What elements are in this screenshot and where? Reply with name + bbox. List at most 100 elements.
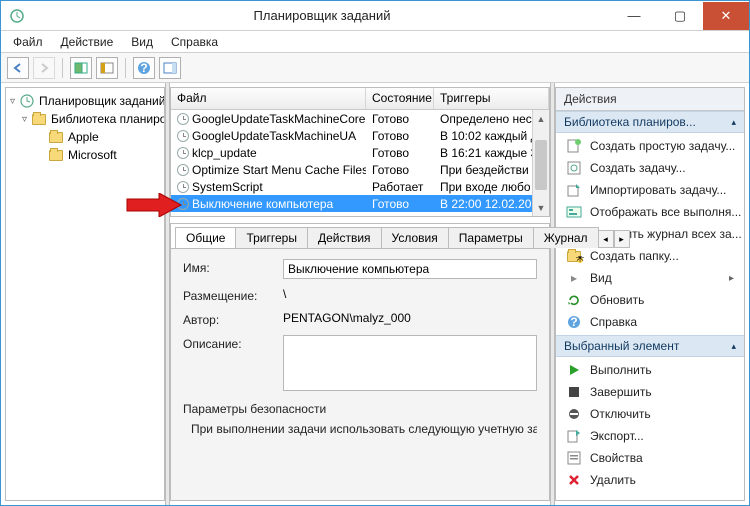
action-new-folder[interactable]: ✳Создать папку... xyxy=(556,245,744,267)
tree-pane: ▿ Планировщик заданий (Лок ▿ Библиотека … xyxy=(5,87,165,501)
tab-conditions[interactable]: Условия xyxy=(381,227,449,248)
task-state: Готово xyxy=(366,112,434,126)
name-field[interactable] xyxy=(283,259,537,279)
action-create-task[interactable]: Создать задачу... xyxy=(556,157,744,179)
show-hide-pane-button[interactable] xyxy=(159,57,181,79)
wizard-icon xyxy=(566,138,582,154)
action-end[interactable]: Завершить xyxy=(556,381,744,403)
tab-settings[interactable]: Параметры xyxy=(448,227,534,248)
close-button[interactable]: ✕ xyxy=(703,2,749,30)
clock-icon xyxy=(177,181,189,193)
menu-view[interactable]: Вид xyxy=(123,33,161,51)
task-row[interactable]: Optimize Start Menu Cache Files-S...Гото… xyxy=(171,161,549,178)
tree-library[interactable]: ▿ Библиотека планировщ xyxy=(8,110,162,128)
location-value: \ xyxy=(283,287,537,301)
tab-strip: Общие Триггеры Действия Условия Параметр… xyxy=(171,224,549,248)
action-disable[interactable]: Отключить xyxy=(556,403,744,425)
scroll-up-icon[interactable]: ▲ xyxy=(533,110,549,127)
author-label: Автор: xyxy=(183,311,283,327)
task-name: Optimize Start Menu Cache Files-S... xyxy=(192,163,366,177)
group-library-header[interactable]: Библиотека планиров... ▴ xyxy=(556,111,744,133)
security-heading: Параметры безопасности xyxy=(183,402,537,416)
list-scrollbar[interactable]: ▲ ▼ xyxy=(532,110,549,216)
action-import-task[interactable]: Импортировать задачу... xyxy=(556,179,744,201)
toolbar: ? xyxy=(1,53,749,83)
chevron-up-icon: ▴ xyxy=(731,117,736,128)
import-icon xyxy=(566,182,582,198)
action-pane-button[interactable] xyxy=(70,57,92,79)
col-name[interactable]: Файл xyxy=(171,88,366,109)
action-create-basic-task[interactable]: Создать простую задачу... xyxy=(556,135,744,157)
task-row[interactable]: GoogleUpdateTaskMachineUAГотовоВ 10:02 к… xyxy=(171,127,549,144)
col-state[interactable]: Состояние xyxy=(366,88,434,109)
author-value: PENTAGON\malyz_000 xyxy=(283,311,537,325)
window-title: Планировщик заданий xyxy=(33,8,611,23)
chevron-up-icon: ▴ xyxy=(731,341,736,352)
forward-button[interactable] xyxy=(33,57,55,79)
svg-text:?: ? xyxy=(570,315,577,329)
task-state: Готово xyxy=(366,129,434,143)
list-body: GoogleUpdateTaskMachineCoreГотовоОпредел… xyxy=(171,110,549,216)
tab-actions[interactable]: Действия xyxy=(307,227,382,248)
menu-file[interactable]: Файл xyxy=(5,33,51,51)
actions-group-selected: Выполнить Завершить Отключить Экспорт...… xyxy=(556,357,744,493)
tabs-scroll-right[interactable]: ▸ xyxy=(614,230,630,248)
app-icon xyxy=(9,8,25,24)
back-button[interactable] xyxy=(7,57,29,79)
task-name: GoogleUpdateTaskMachineUA xyxy=(192,129,356,143)
actions-pane-title: Действия xyxy=(556,88,744,111)
maximize-button[interactable]: ▢ xyxy=(657,2,703,30)
action-delete[interactable]: Удалить xyxy=(556,469,744,491)
scroll-down-icon[interactable]: ▼ xyxy=(533,199,549,216)
minimize-button[interactable]: — xyxy=(611,2,657,30)
clock-icon xyxy=(177,198,189,210)
task-list: Файл Состояние Триггеры GoogleUpdateTask… xyxy=(170,87,550,217)
folder-icon xyxy=(31,111,47,127)
view-icon: ▸ xyxy=(566,270,582,286)
task-state: Готово xyxy=(366,146,434,160)
tabs-scroll-left[interactable]: ◂ xyxy=(598,230,614,248)
collapse-icon[interactable]: ▿ xyxy=(10,96,15,107)
action-export[interactable]: Экспорт... xyxy=(556,425,744,447)
view-button[interactable] xyxy=(96,57,118,79)
task-state: Готово xyxy=(366,163,434,177)
tab-history[interactable]: Журнал xyxy=(533,227,599,248)
action-run[interactable]: Выполнить xyxy=(556,359,744,381)
tree-root[interactable]: ▿ Планировщик заданий (Лок xyxy=(8,92,162,110)
task-row[interactable]: SystemScriptРаботаетПри входе любо xyxy=(171,178,549,195)
group-selected-header[interactable]: Выбранный элемент ▴ xyxy=(556,335,744,357)
center-pane: Файл Состояние Триггеры GoogleUpdateTask… xyxy=(170,87,550,501)
folder-icon xyxy=(48,147,64,163)
task-row[interactable]: GoogleUpdateTaskMachineCoreГотовоОпредел… xyxy=(171,110,549,127)
svg-text:✳: ✳ xyxy=(576,256,584,264)
delete-icon xyxy=(566,472,582,488)
help-button[interactable]: ? xyxy=(133,57,155,79)
name-label: Имя: xyxy=(183,259,283,275)
security-note: При выполнении задачи использовать следу… xyxy=(191,422,537,436)
tree-microsoft[interactable]: Microsoft xyxy=(8,146,162,164)
task-row[interactable]: Выключение компьютераГотовоВ 22:00 12.02… xyxy=(171,195,549,212)
description-field[interactable] xyxy=(283,335,537,391)
tab-triggers[interactable]: Триггеры xyxy=(235,227,308,248)
list-header: Файл Состояние Триггеры xyxy=(171,88,549,110)
collapse-icon[interactable]: ▿ xyxy=(22,114,27,125)
col-triggers[interactable]: Триггеры xyxy=(434,88,549,109)
running-icon xyxy=(566,204,582,220)
scroll-thumb[interactable] xyxy=(535,140,547,190)
menu-action[interactable]: Действие xyxy=(53,33,122,51)
action-refresh[interactable]: Обновить xyxy=(556,289,744,311)
task-state: Готово xyxy=(366,197,434,211)
action-properties[interactable]: Свойства xyxy=(556,447,744,469)
tab-general[interactable]: Общие xyxy=(175,227,236,248)
stop-icon xyxy=(566,384,582,400)
action-show-running[interactable]: Отображать все выполня... xyxy=(556,201,744,223)
help-icon: ? xyxy=(566,314,582,330)
tree-apple[interactable]: Apple xyxy=(8,128,162,146)
action-view[interactable]: ▸Вид▸ xyxy=(556,267,744,289)
tree-apple-label: Apple xyxy=(68,130,99,144)
menu-help[interactable]: Справка xyxy=(163,33,226,51)
task-row[interactable]: klcp_updateГотовоВ 16:21 каждые 3 xyxy=(171,144,549,161)
clock-icon xyxy=(177,147,189,159)
new-folder-icon: ✳ xyxy=(566,248,582,264)
action-help[interactable]: ?Справка xyxy=(556,311,744,333)
